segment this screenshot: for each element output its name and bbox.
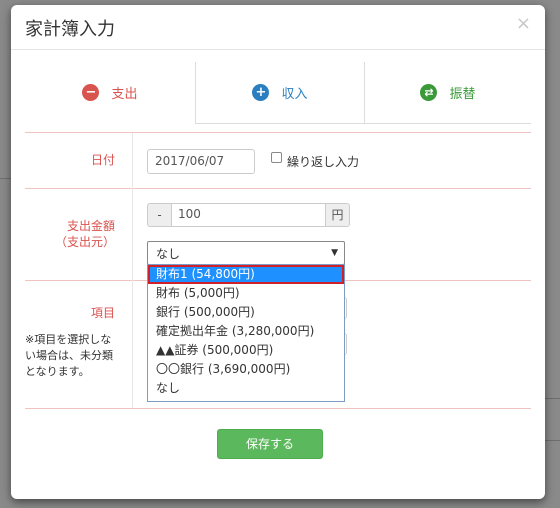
tab-income-label: 収入: [281, 87, 308, 102]
repeat-checkbox-label: 繰り返し入力: [287, 155, 360, 169]
dialog-header: 家計簿入力 ×: [11, 5, 545, 50]
date-field[interactable]: 2017/06/07: [147, 149, 255, 174]
date-label: 日付: [90, 153, 115, 167]
source-account-select[interactable]: なし ▼: [147, 241, 345, 265]
background-line: [545, 398, 560, 399]
amount-label-line2: （支出元）: [54, 235, 115, 249]
yen-unit-addon: 円: [325, 203, 350, 227]
item-label: 項目: [90, 306, 115, 320]
minus-circle-icon: −: [82, 84, 100, 101]
source-account-dropdown: 財布1 (54,800円) 財布 (5,000円) 銀行 (500,000円) …: [147, 264, 345, 402]
dropdown-option[interactable]: 財布 (5,000円): [148, 284, 344, 303]
amount-input-group: - 100 円: [147, 203, 350, 227]
entry-type-tabs: − 支出 + 収入 ⇄ 振替: [25, 62, 531, 124]
dropdown-option[interactable]: ▲▲証券 (500,000円): [148, 341, 344, 360]
tab-expense-label: 支出: [111, 87, 138, 102]
column-separator: [132, 133, 133, 408]
amount-label: 支出金額 （支出元）: [31, 218, 115, 250]
amount-label-line1: 支出金額: [66, 219, 115, 233]
dropdown-option[interactable]: 銀行 (500,000円): [148, 303, 344, 322]
tab-transfer[interactable]: ⇄ 振替: [365, 62, 531, 124]
source-account-value: なし: [156, 247, 181, 261]
tab-transfer-label: 振替: [449, 87, 476, 102]
repeat-checkbox[interactable]: [271, 152, 282, 163]
sign-toggle-button[interactable]: -: [147, 203, 172, 227]
background-line: [0, 178, 11, 179]
save-button[interactable]: 保存する: [217, 429, 323, 459]
dropdown-option[interactable]: 確定拠出年金 (3,280,000円): [148, 322, 344, 341]
dialog-title: 家計簿入力: [25, 19, 115, 40]
form-divider: [25, 188, 531, 189]
dropdown-option[interactable]: なし: [148, 379, 344, 398]
transfer-icon: ⇄: [420, 84, 438, 101]
tab-income[interactable]: + 収入: [195, 62, 365, 124]
amount-field[interactable]: 100: [171, 203, 326, 227]
item-note: ※項目を選択しない場合は、未分類となります。: [25, 333, 113, 378]
form-divider: [25, 408, 531, 409]
background-line: [545, 440, 560, 441]
dropdown-option[interactable]: 〇〇銀行 (3,690,000円): [148, 360, 344, 379]
close-icon[interactable]: ×: [516, 13, 531, 34]
chevron-down-icon: ▼: [331, 248, 338, 258]
tab-expense[interactable]: − 支出: [25, 62, 195, 124]
form-divider: [25, 132, 531, 133]
expense-entry-dialog: 家計簿入力 × − 支出 + 収入 ⇄ 振替 日付 2017/06/07 繰り返…: [11, 5, 545, 499]
dropdown-option[interactable]: 財布1 (54,800円): [148, 265, 344, 284]
plus-circle-icon: +: [252, 84, 270, 101]
